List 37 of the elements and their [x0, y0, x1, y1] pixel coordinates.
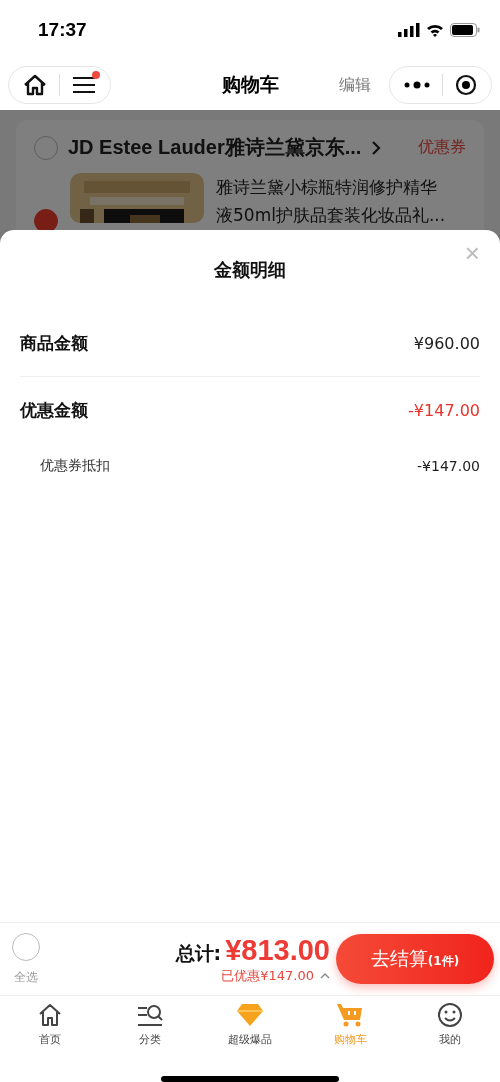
tab-item[interactable]: 超级爆品 — [200, 1002, 300, 1062]
signal-icon — [398, 23, 420, 37]
checkout-button[interactable]: 去结算(1件) — [336, 934, 494, 984]
total-label: 总计: — [175, 940, 222, 966]
category-icon — [137, 1002, 163, 1028]
home-icon — [37, 1002, 63, 1028]
menu-icon[interactable] — [72, 75, 96, 95]
chevron-right-icon — [371, 139, 382, 156]
price-label: 优惠金额 — [20, 398, 88, 422]
diamond-icon — [236, 1002, 264, 1028]
select-all-label: 全选 — [14, 968, 38, 986]
status-time: 17:37 — [38, 19, 87, 41]
caret-icon[interactable] — [320, 972, 330, 979]
more-icon[interactable] — [404, 81, 430, 89]
page-title: 购物车 — [220, 72, 280, 97]
cart-icon — [336, 1002, 364, 1028]
price-value: -¥147.00 — [417, 458, 480, 474]
battery-icon — [450, 23, 480, 37]
edit-button[interactable]: 编辑 — [339, 74, 381, 96]
close-circle-icon[interactable] — [455, 74, 477, 96]
smile-icon — [437, 1002, 463, 1028]
tab-item[interactable]: 首页 — [0, 1002, 100, 1062]
price-value: ¥960.00 — [413, 333, 480, 353]
price-value: -¥147.00 — [408, 400, 480, 420]
price-label: 商品金额 — [20, 331, 88, 355]
coupon-link[interactable]: 优惠券 — [418, 137, 466, 158]
sheet-title: 金额明细 — [214, 258, 286, 282]
tab-item[interactable]: 分类 — [100, 1002, 200, 1062]
product-title[interactable]: 雅诗兰黛小棕瓶特润修护精华液50ml护肤品套装化妆品礼... — [216, 173, 446, 229]
home-icon[interactable] — [23, 74, 47, 96]
tab-item[interactable]: 我的 — [400, 1002, 500, 1062]
price-label: 优惠券抵扣 — [40, 457, 110, 475]
total-price: ¥813.00 — [225, 933, 330, 967]
shop-name[interactable]: JD Estee Lauder雅诗兰黛京东... — [68, 134, 362, 161]
wifi-icon — [426, 23, 444, 37]
discount-amount: 已优惠¥147.00 — [221, 966, 314, 985]
item-checkbox[interactable] — [34, 209, 58, 233]
